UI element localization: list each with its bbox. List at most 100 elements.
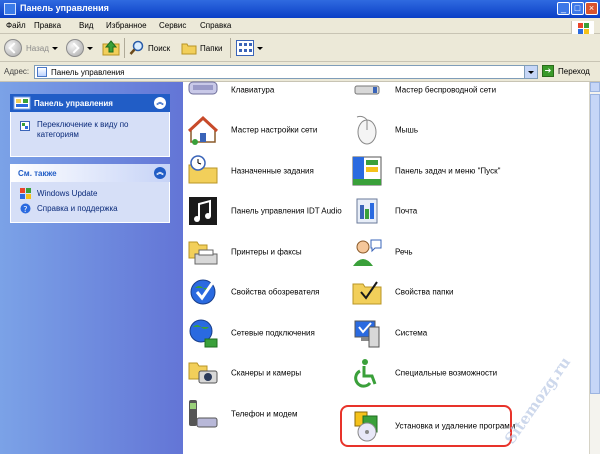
accessibility-icon [354,359,377,388]
folders-label: Папки [200,43,223,53]
back-arrow-icon [4,39,22,57]
address-label: Адрес: [4,67,30,76]
control-panel-items: Клавиатура Мастер беспроводной сети Маст… [183,81,589,454]
scheduled-tasks-icon [188,155,218,184]
help-support-link[interactable]: Справка и поддержка [37,204,118,213]
item-taskbar-start-menu-label: Панель задач и меню "Пуск" [395,166,501,176]
item-folder-options-label: Свойства папки [395,287,454,297]
folders-icon [181,43,197,55]
item-wireless-network-wizard-label: Мастер беспроводной сети [395,85,497,95]
item-folder-options[interactable]: Свойства папки [351,274,541,310]
item-system[interactable]: Система [351,315,541,351]
printer-icon [188,241,218,265]
go-arrow-icon: ➔ [542,65,554,77]
menu-bar: Файл Правка Вид Избранное Сервис Справка [0,18,600,35]
windows-update-link[interactable]: Windows Update [37,189,97,198]
item-network-connections[interactable]: Сетевые подключения [187,315,377,351]
forward-dropdown-icon [87,46,93,50]
item-internet-options[interactable]: Свойства обозревателя [187,274,377,310]
toolbar: Назад Поиск Папки [0,34,600,62]
highlight-annotation [340,405,512,447]
item-wireless-network-wizard[interactable]: Мастер беспроводной сети [351,72,541,108]
views-button[interactable] [236,38,263,58]
item-keyboard[interactable]: Клавиатура [187,72,377,108]
forward-arrow-icon [66,39,84,57]
item-network-setup-wizard[interactable]: Мастер настройки сети [187,112,377,148]
collapse-chevron-icon[interactable]: ︽ [154,167,166,179]
close-button[interactable]: × [585,2,598,15]
scroll-thumb[interactable] [590,94,600,394]
internet-options-icon [190,279,216,305]
item-scheduled-tasks-label: Назначенные задания [231,166,314,176]
maximize-button[interactable]: □ [571,2,584,15]
item-mouse[interactable]: Мышь [351,112,541,148]
item-system-label: Система [395,328,428,338]
back-button[interactable]: Назад [4,38,58,58]
control-panel-section-title: Панель управления [34,99,113,108]
control-panel-small-icon [37,67,47,77]
minimize-button[interactable]: _ [557,2,570,15]
item-phone-modem-label: Телефон и модем [231,409,298,419]
menu-view[interactable]: Вид [79,21,93,30]
back-label: Назад [26,43,49,53]
task-pane: Панель управления ︽ Переключение к виду … [0,82,183,454]
network-connections-icon [189,319,218,348]
category-view-icon [20,121,30,131]
folders-button[interactable]: Папки [181,38,223,58]
views-icon [236,40,254,56]
go-label: Переход [558,66,590,76]
menu-tools[interactable]: Сервис [159,21,186,30]
item-accessibility-options-label: Специальные возможности [395,368,498,378]
forward-button[interactable] [66,38,93,58]
control-panel-section-header[interactable]: Панель управления ︽ [10,94,170,112]
menu-edit[interactable]: Правка [34,21,61,30]
help-support-icon: ? [20,203,31,214]
window-title: Панель управления [20,3,109,13]
up-button[interactable] [102,38,120,58]
views-dropdown-icon [257,46,263,50]
menu-favorites[interactable]: Избранное [106,21,147,30]
menu-help[interactable]: Справка [200,21,231,30]
switch-to-category-view-link[interactable]: Переключение к виду по категориям [37,120,162,140]
windows-update-icon [20,188,31,199]
collapse-chevron-icon[interactable]: ︽ [154,97,166,109]
item-speech[interactable]: Речь [351,234,541,270]
phone-modem-icon [189,400,218,428]
speech-icon [353,239,382,266]
item-mouse-label: Мышь [395,125,418,135]
control-panel-header-icon [13,96,31,110]
see-also-section-header[interactable]: См. также ︽ [10,164,170,182]
control-panel-section: Панель управления ︽ Переключение к виду … [10,94,170,157]
folder-up-icon [102,40,120,56]
search-button[interactable]: Поиск [129,38,170,58]
item-printers-faxes[interactable]: Принтеры и факсы [187,234,377,270]
search-label: Поиск [148,43,171,53]
item-network-connections-label: Сетевые подключения [231,328,315,338]
title-bar: Панель управления _ □ × [0,0,600,18]
vertical-scrollbar[interactable] [589,82,600,454]
system-icon [354,320,380,348]
item-printers-faxes-label: Принтеры и факсы [231,247,302,257]
item-mail-label: Почта [395,206,418,216]
item-mail[interactable]: Почта [351,193,541,229]
see-also-section: См. также ︽ Windows Update ? Справка и п… [10,164,170,223]
search-icon [129,40,144,55]
menu-file[interactable]: Файл [6,21,26,30]
go-button[interactable]: ➔ Переход [542,65,590,77]
item-accessibility-options[interactable]: Специальные возможности [351,355,541,391]
item-scheduled-tasks[interactable]: Назначенные задания [187,153,377,189]
item-keyboard-label: Клавиатура [231,85,275,95]
back-dropdown-icon [51,46,58,50]
item-scanners-cameras[interactable]: Сканеры и камеры [187,355,377,391]
control-panel-icon [4,3,16,15]
keyboard-icon [188,81,218,95]
item-speech-label: Речь [395,247,413,257]
scroll-up-button[interactable] [590,82,600,92]
svg-text:?: ? [23,205,27,214]
item-taskbar-start-menu[interactable]: Панель задач и меню "Пуск" [351,153,541,189]
address-value: Панель управления [51,68,125,77]
item-idt-audio[interactable]: Панель управления IDT Audio [187,193,377,229]
item-idt-audio-label: Панель управления IDT Audio [231,206,342,216]
item-internet-options-label: Свойства обозревателя [231,287,320,297]
item-scanners-cameras-label: Сканеры и камеры [231,368,302,378]
